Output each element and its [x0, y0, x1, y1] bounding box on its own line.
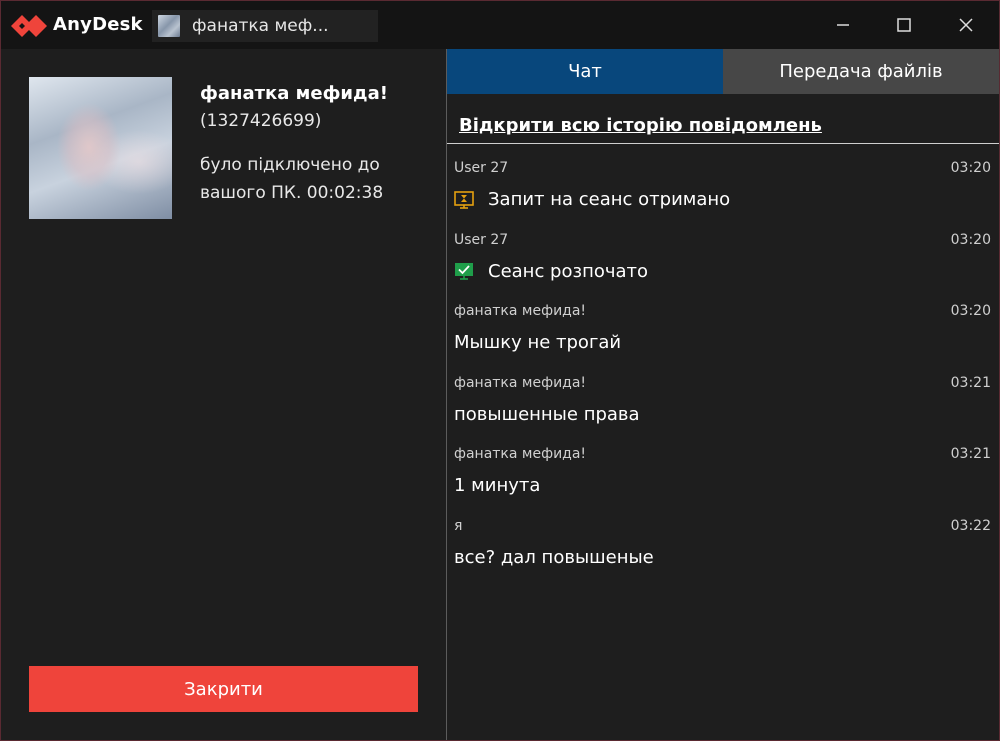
- close-session-button[interactable]: Закрити: [29, 666, 418, 712]
- session-thumbnail: [158, 15, 180, 37]
- chat-panel: Чат Передача файлів Відкрити всю історію…: [447, 49, 999, 740]
- peer-name: фанатка мефида!: [200, 83, 388, 104]
- tab-chat[interactable]: Чат: [447, 49, 723, 94]
- message-time: 03:20: [950, 160, 991, 176]
- maximize-icon: [897, 18, 911, 32]
- message-text: 1 минута: [454, 475, 541, 496]
- message-text: все? дал повышеные: [454, 546, 654, 568]
- hourglass-icon: [454, 190, 474, 209]
- message-item: фанатка мефида! 03:20 Мышку не трогай: [447, 287, 999, 359]
- message-text: Мышку не трогай: [454, 332, 622, 353]
- peer-id: (1327426699): [200, 111, 322, 131]
- message-time: 03:21: [950, 446, 991, 462]
- open-history-link[interactable]: Відкрити всю історію повідомлень: [459, 115, 822, 136]
- title-bar[interactable]: AnyDesk фанатка меф...: [1, 1, 999, 49]
- peer-avatar: [29, 77, 172, 219]
- message-author: фанатка мефида!: [454, 374, 587, 391]
- message-item: фанатка мефида! 03:21 повышенные права: [447, 359, 999, 431]
- maximize-button[interactable]: [884, 9, 924, 41]
- minimize-icon: [837, 24, 849, 26]
- connection-status: було підключено до вашого ПК. 00:02:38: [200, 155, 384, 203]
- close-window-button[interactable]: [946, 9, 986, 41]
- message-item: User 27 03:20 Сеанс розпочато: [447, 216, 999, 288]
- message-author: User 27: [454, 160, 509, 176]
- message-text: повышенные права: [454, 403, 640, 425]
- monitor-check-icon: [455, 263, 473, 280]
- close-icon: [959, 18, 973, 32]
- message-time: 03:22: [950, 517, 991, 534]
- message-item: фанатка мефида! 03:21 1 минута: [447, 430, 999, 502]
- message-time: 03:20: [950, 231, 991, 248]
- message-item: User 27 03:20 Запит на сеанс отримано: [447, 144, 999, 216]
- app-title: AnyDesk: [53, 14, 143, 35]
- message-body: Сеанс розпочато: [454, 261, 648, 282]
- message-body: Запит на сеанс отримано: [454, 189, 730, 210]
- message-author: User 27: [454, 231, 509, 248]
- tab-file-transfer[interactable]: Передача файлів: [723, 49, 999, 94]
- session-tab-label: фанатка меф...: [192, 16, 329, 36]
- session-tab[interactable]: фанатка меф...: [152, 10, 378, 42]
- minimize-button[interactable]: [823, 9, 863, 41]
- anydesk-window: AnyDesk фанатка меф... фанатка мефида! (…: [0, 0, 1000, 741]
- message-time: 03:21: [950, 374, 991, 391]
- peer-panel: фанатка мефида! (1327426699) було підклю…: [1, 49, 446, 740]
- message-author: я: [454, 517, 463, 534]
- message-list: User 27 03:20 Запит на сеанс отримано Us…: [447, 144, 999, 573]
- anydesk-logo-icon: [11, 15, 47, 37]
- message-time: 03:20: [950, 303, 991, 319]
- message-text: Запит на сеанс отримано: [488, 189, 731, 210]
- message-item: я 03:22 все? дал повышеные: [447, 502, 999, 574]
- message-text: Сеанс розпочато: [488, 260, 649, 282]
- message-author: фанатка мефида!: [454, 303, 587, 319]
- message-author: фанатка мефида!: [454, 446, 587, 462]
